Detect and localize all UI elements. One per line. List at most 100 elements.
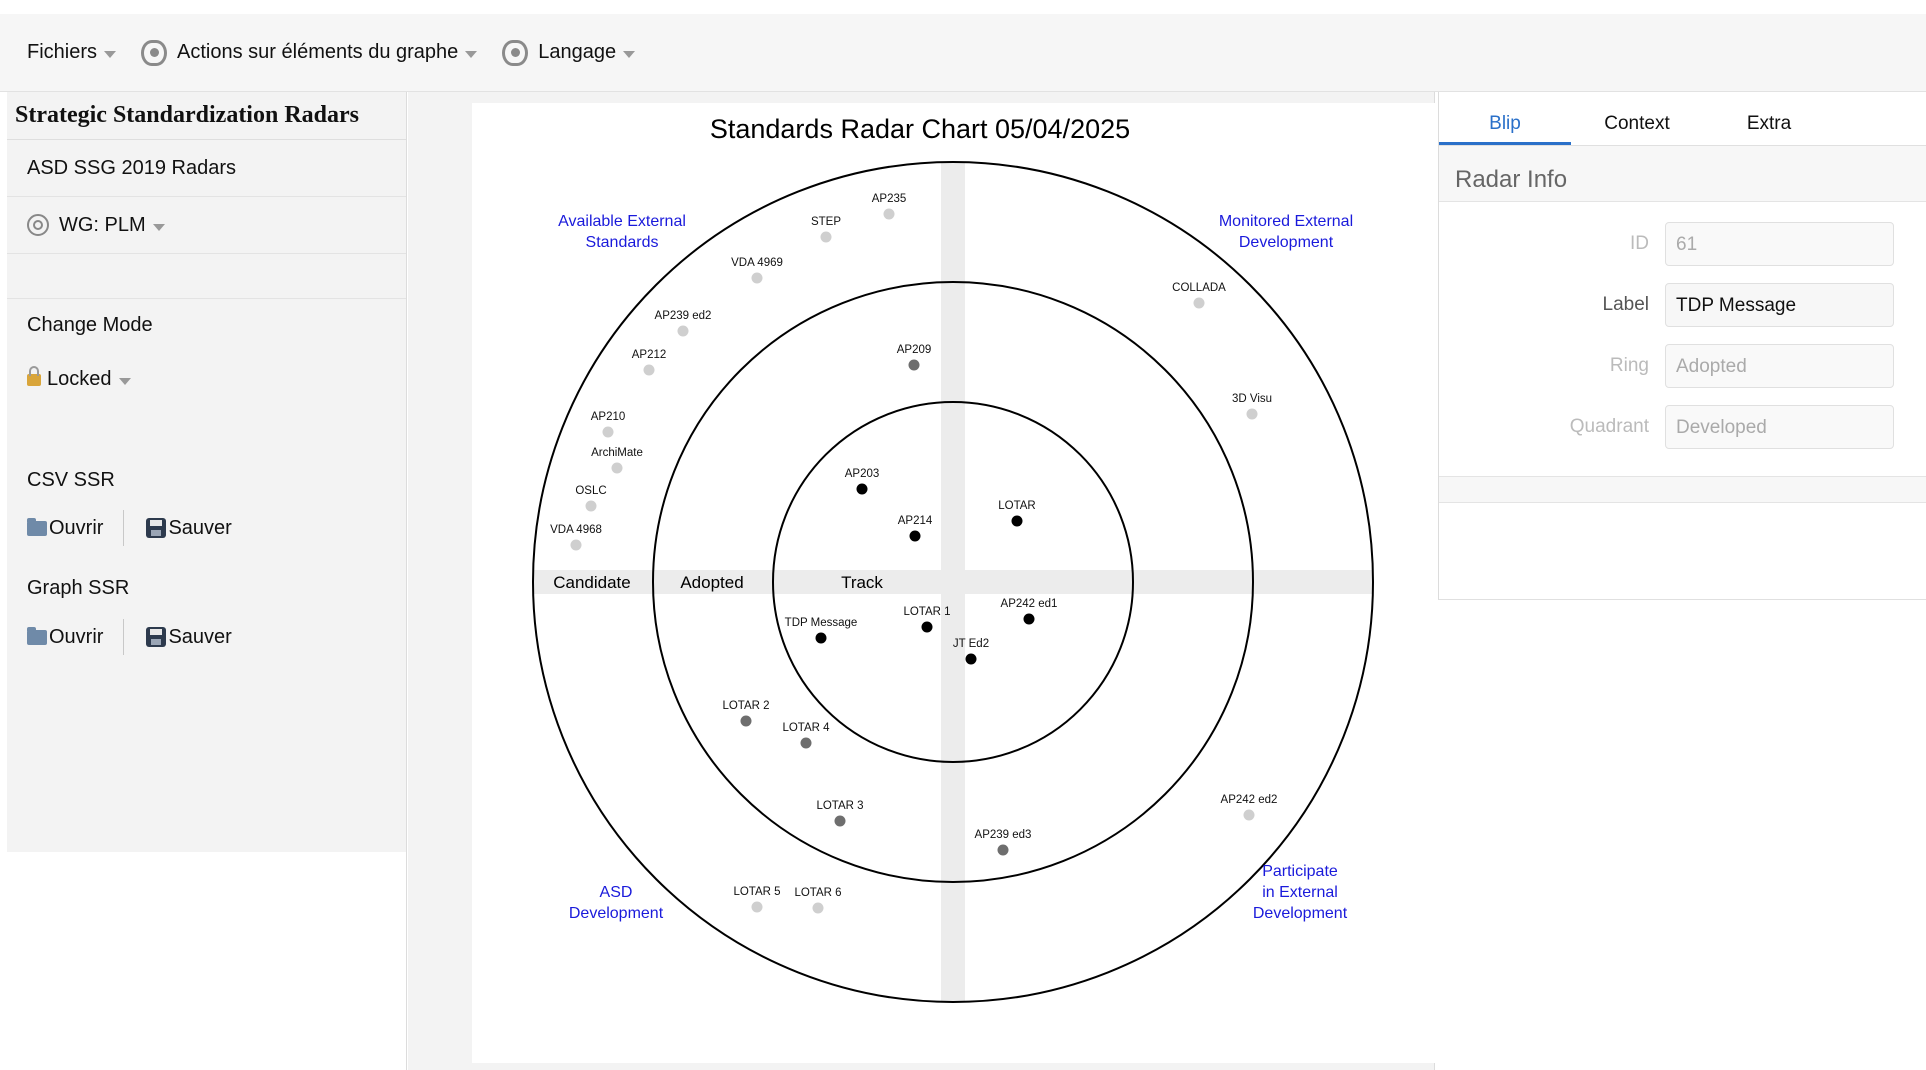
blip-dot xyxy=(1243,809,1255,821)
quadrant-label-line: ASD xyxy=(600,884,633,901)
label-field[interactable]: TDP Message xyxy=(1665,283,1894,327)
radar-set-label: ASD SSG 2019 Radars xyxy=(27,156,236,179)
radar-blip[interactable]: ArchiMate xyxy=(591,447,643,474)
radar-blip[interactable]: AP212 xyxy=(632,349,667,376)
blip-label: VDA 4968 xyxy=(550,524,602,536)
chart-title: Standards Radar Chart 05/04/2025 xyxy=(710,114,1130,144)
radar-set-item[interactable]: ASD SSG 2019 Radars xyxy=(7,140,406,197)
radar-blip[interactable]: AP209 xyxy=(897,344,932,371)
quadrant-label-line: Development xyxy=(1239,234,1334,251)
floppy-disk-icon xyxy=(146,627,167,647)
blip-label: VDA 4969 xyxy=(731,257,783,269)
eye-icon xyxy=(141,39,168,66)
radar-blip[interactable]: AP210 xyxy=(591,411,626,438)
blip-label: 3D Visu xyxy=(1232,393,1272,405)
radar-blip[interactable]: OSLC xyxy=(575,485,607,512)
radar-blip[interactable]: AP242 ed1 xyxy=(1001,598,1058,625)
graph-actions-label: Actions sur éléments du graphe xyxy=(177,41,459,63)
graph-open-button[interactable]: Ouvrir xyxy=(27,626,103,649)
blip-label: JT Ed2 xyxy=(953,638,989,650)
blip-label: AP235 xyxy=(872,193,907,205)
sidebar: Strategic Standardization Radars ASD SSG… xyxy=(7,92,407,852)
quadrant-field: Developed xyxy=(1665,405,1894,449)
radar-blip[interactable]: AP239 ed2 xyxy=(655,310,712,337)
blip-dot xyxy=(1011,515,1023,527)
radar-blip[interactable]: COLLADA xyxy=(1172,282,1226,309)
ring-label: Track xyxy=(841,573,883,592)
blip-dot xyxy=(812,902,824,914)
radar-blip[interactable]: LOTAR 4 xyxy=(782,722,830,749)
blip-dot xyxy=(1023,613,1035,625)
blip-dot xyxy=(965,653,977,665)
caret-down-icon xyxy=(152,223,165,231)
ring-field: Adopted xyxy=(1665,344,1894,388)
radar-blip[interactable]: LOTAR 3 xyxy=(816,800,864,827)
blip-label: AP242 ed1 xyxy=(1001,598,1058,610)
radar-blip[interactable]: AP235 xyxy=(872,193,907,220)
blip-dot xyxy=(856,483,868,495)
wg-label: WG: PLM xyxy=(59,213,146,236)
radar-blip[interactable]: VDA 4969 xyxy=(731,257,783,284)
caret-down-icon xyxy=(465,51,478,58)
ring-label: Adopted xyxy=(680,573,743,592)
ring-row: Ring Adopted xyxy=(1439,344,1926,388)
blip-label: AP210 xyxy=(591,411,626,423)
graph-actions-menu[interactable]: Actions sur éléments du graphe xyxy=(141,39,478,66)
lock-mode-selector[interactable]: Locked xyxy=(27,366,131,391)
blip-label: AP209 xyxy=(897,344,932,356)
tab-blip[interactable]: Blip xyxy=(1439,113,1571,145)
radar-blip[interactable]: 3D Visu xyxy=(1232,393,1272,420)
sidebar-spacer xyxy=(7,254,406,299)
radar-blip[interactable]: LOTAR 2 xyxy=(722,700,770,727)
radar-blip[interactable]: AP242 ed2 xyxy=(1221,794,1278,821)
divider xyxy=(123,619,125,655)
caret-down-icon xyxy=(104,51,117,58)
blip-dot xyxy=(585,500,597,512)
csv-section-label: CSV SSR xyxy=(27,469,115,491)
files-menu[interactable]: Fichiers xyxy=(27,41,117,64)
language-menu[interactable]: Langage xyxy=(502,39,636,66)
blip-label: AP242 ed2 xyxy=(1221,794,1278,806)
csv-save-label: Sauver xyxy=(168,516,232,539)
radar-blip[interactable]: AP203 xyxy=(845,468,880,495)
id-label: ID xyxy=(1630,233,1649,254)
radar-blip[interactable]: VDA 4968 xyxy=(550,524,602,551)
graph-save-button[interactable]: Sauver xyxy=(146,625,232,649)
menubar: Fichiers Actions sur éléments du graphe … xyxy=(0,14,1926,92)
label-label: Label xyxy=(1602,294,1650,315)
csv-save-button[interactable]: Sauver xyxy=(146,516,232,540)
files-menu-label: Fichiers xyxy=(27,41,98,63)
blip-dot xyxy=(643,364,655,376)
ring-label: Candidate xyxy=(553,573,631,592)
radar-blip[interactable]: LOTAR 6 xyxy=(794,887,842,914)
sidebar-title: Strategic Standardization Radars xyxy=(7,92,406,140)
folder-open-icon xyxy=(27,626,47,645)
quadrant-label: ASD Development xyxy=(569,884,664,922)
blip-dot xyxy=(570,539,582,551)
graph-file-actions: Ouvrir Sauver xyxy=(27,619,232,655)
blip-dot xyxy=(1246,408,1258,420)
radar-blip[interactable]: LOTAR xyxy=(998,500,1036,527)
radar-blip[interactable]: AP239 ed3 xyxy=(975,829,1032,856)
section-title: Radar Info xyxy=(1439,146,1926,202)
quadrant-label: Monitored External Development xyxy=(1219,213,1353,251)
radar-chart[interactable]: Standards Radar Chart 05/04/2025 Candida… xyxy=(472,103,1435,1063)
blip-label: AP214 xyxy=(898,515,933,527)
tab-context[interactable]: Context xyxy=(1571,113,1703,145)
wg-selector[interactable]: WG: PLM xyxy=(7,197,406,254)
csv-open-button[interactable]: Ouvrir xyxy=(27,517,103,540)
blip-form: ID 61 Label TDP Message Ring Adopted Qua… xyxy=(1439,202,1926,477)
blip-dot xyxy=(677,325,689,337)
tab-extra[interactable]: Extra xyxy=(1703,113,1835,145)
quadrant-row: Quadrant Developed xyxy=(1439,405,1926,449)
radar-blip[interactable]: STEP xyxy=(811,216,841,243)
radar-blip[interactable]: TDP Message xyxy=(785,617,858,644)
blip-dot xyxy=(921,621,933,633)
radar-blip[interactable]: LOTAR 5 xyxy=(733,886,781,913)
eye-icon xyxy=(502,39,529,66)
radar-blip[interactable]: AP214 xyxy=(898,515,933,542)
graph-save-label: Sauver xyxy=(168,625,232,648)
quadrant-label: Participate in External Development xyxy=(1253,863,1348,922)
language-label: Langage xyxy=(538,41,617,63)
id-field: 61 xyxy=(1665,222,1894,266)
